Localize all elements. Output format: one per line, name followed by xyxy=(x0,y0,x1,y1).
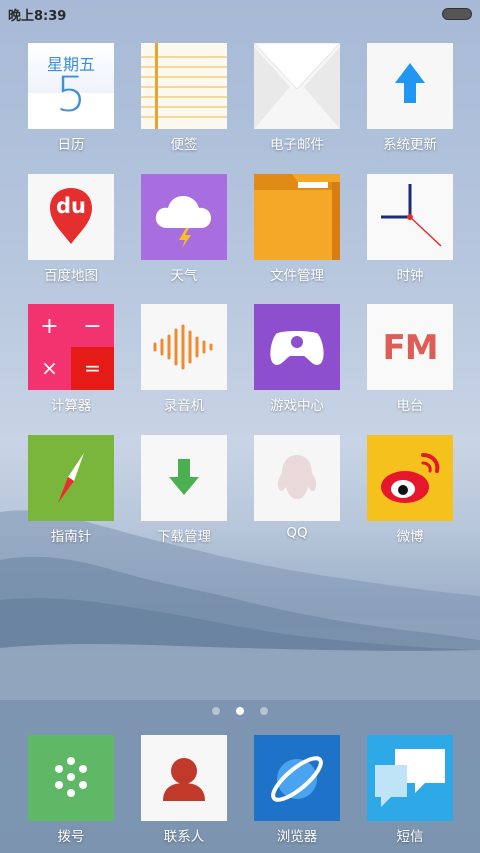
dock-messages[interactable]: 短信 xyxy=(367,735,453,845)
radio-text: FM xyxy=(382,328,438,368)
app-radio[interactable]: FM 电台 xyxy=(367,304,453,414)
app-label: 天气 xyxy=(170,268,198,284)
app-calculator[interactable]: + − × = 计算器 xyxy=(28,304,114,414)
app-label: 指南针 xyxy=(50,529,92,545)
calc-key-plus: + xyxy=(40,314,59,339)
dialpad-icon xyxy=(28,735,114,821)
battery-icon xyxy=(442,8,472,20)
calc-key-times: × xyxy=(41,356,58,380)
app-label: 时钟 xyxy=(396,268,424,284)
app-label: 文件管理 xyxy=(270,268,324,284)
app-download-manager[interactable]: 下载管理 xyxy=(141,435,227,545)
dock-browser[interactable]: 浏览器 xyxy=(254,735,340,845)
app-label: 短信 xyxy=(396,829,424,845)
qq-penguin-icon xyxy=(254,435,340,521)
app-label: 浏览器 xyxy=(276,829,318,845)
gamepad-icon xyxy=(254,304,340,390)
app-label: 录音机 xyxy=(163,398,205,414)
calc-key-equals: = xyxy=(84,356,101,380)
app-label: 日历 xyxy=(57,137,85,153)
weather-cloud-icon xyxy=(141,174,227,260)
app-game-center[interactable]: 游戏中心 xyxy=(254,304,340,414)
app-notes[interactable]: 便签 xyxy=(141,43,227,153)
contact-person-icon xyxy=(141,735,227,821)
clock-icon xyxy=(367,174,453,260)
fm-radio-icon: FM xyxy=(367,304,453,390)
app-email[interactable]: 电子邮件 xyxy=(254,43,340,153)
app-weather[interactable]: 天气 xyxy=(141,174,227,284)
app-recorder[interactable]: 录音机 xyxy=(141,304,227,414)
notes-icon xyxy=(141,43,227,129)
folder-icon xyxy=(254,174,340,260)
app-label: 游戏中心 xyxy=(270,398,324,414)
page-dot-active[interactable] xyxy=(236,707,244,715)
app-label: 系统更新 xyxy=(383,137,437,153)
map-pin-icon: du xyxy=(28,174,114,260)
compass-icon xyxy=(28,435,114,521)
page-indicator xyxy=(0,700,480,715)
dock-contacts[interactable]: 联系人 xyxy=(141,735,227,845)
sound-wave-icon xyxy=(141,304,227,390)
page-dot[interactable] xyxy=(212,707,220,715)
dock-dialer[interactable]: 拨号 xyxy=(28,735,114,845)
app-system-update[interactable]: 系统更新 xyxy=(367,43,453,153)
app-weibo[interactable]: 微博 xyxy=(367,435,453,545)
weibo-icon xyxy=(367,435,453,521)
app-label: 电台 xyxy=(396,398,424,414)
calculator-icon: + − × = xyxy=(28,304,114,390)
app-label: 微博 xyxy=(396,529,424,545)
app-label: 电子邮件 xyxy=(270,137,324,153)
app-clock[interactable]: 时钟 xyxy=(367,174,453,284)
app-label: 便签 xyxy=(170,137,198,153)
app-compass[interactable]: 指南针 xyxy=(28,435,114,545)
app-file-manager[interactable]: 文件管理 xyxy=(254,174,340,284)
status-time: 晚上8:39 xyxy=(8,9,67,24)
app-baidu-map[interactable]: du 百度地图 xyxy=(28,174,114,284)
app-qq[interactable]: QQ xyxy=(254,435,340,545)
status-bar: 晚上8:39 xyxy=(0,0,480,28)
app-label: 百度地图 xyxy=(44,268,98,284)
calendar-icon: 星期五 5 xyxy=(28,43,114,129)
download-arrow-icon xyxy=(141,435,227,521)
app-label: 计算器 xyxy=(50,398,92,414)
map-text: du xyxy=(56,194,86,218)
page-dot[interactable] xyxy=(260,707,268,715)
app-calendar[interactable]: 星期五 5 日历 xyxy=(28,43,114,153)
arrow-up-icon xyxy=(367,43,453,129)
calc-key-minus: − xyxy=(83,314,102,339)
app-label: QQ xyxy=(286,525,308,541)
app-label: 拨号 xyxy=(57,829,85,845)
app-label: 下载管理 xyxy=(157,529,211,545)
chat-bubble-icon xyxy=(367,735,453,821)
browser-globe-icon xyxy=(254,735,340,821)
app-label: 联系人 xyxy=(163,829,205,845)
calendar-day: 5 xyxy=(55,67,87,123)
email-icon xyxy=(254,43,340,129)
